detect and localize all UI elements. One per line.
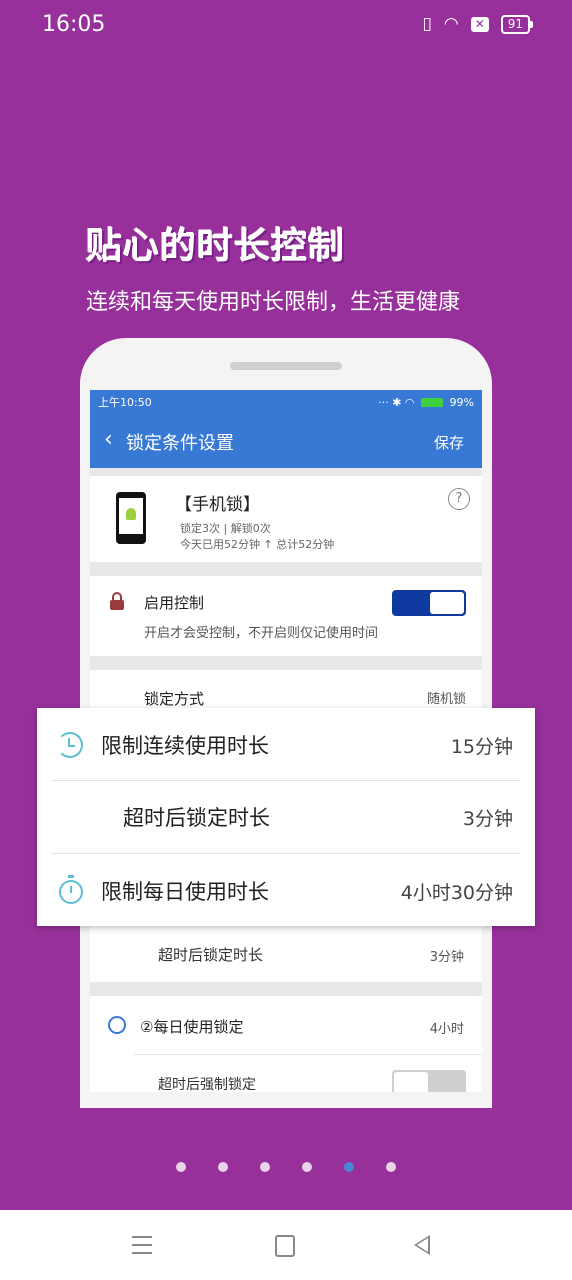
lock-stats: 锁定3次 | 解锁0次 [180,522,271,535]
android-icon [126,508,136,520]
save-button[interactable]: 保存 [434,432,464,453]
page-dot[interactable] [176,1162,186,1172]
battery-icon: 91 [500,14,534,34]
inner-status-bar: 上午10:50 ··· ✱ ◠ 99% [90,390,482,414]
force-lock-toggle[interactable] [392,1070,466,1092]
page-indicator [0,1162,572,1178]
page-dot[interactable] [260,1162,270,1172]
daily-limit-value: 4小时30分钟 [400,882,513,904]
sim-off-icon: ✕ [470,16,489,32]
lock-card[interactable]: 【手机锁】 锁定3次 | 解锁0次 今天已用52分钟 ↑ 总计52分钟 ? [90,476,482,562]
enable-toggle[interactable] [392,590,466,616]
continuous-limit-value: 15分钟 [450,736,513,758]
vibrate-icon: ▯ [422,14,432,34]
phone-speaker [230,362,342,370]
daily-limit-label: 限制每日使用时长 [101,880,269,904]
continuous-limit-label: 限制连续使用时长 [101,734,269,758]
mode-title: 锁定方式 [144,690,205,708]
phone-icon-screen [119,498,143,534]
subheadline: 连续和每天使用时长限制，生活更健康 [86,290,461,315]
appbar-title: 锁定条件设置 [126,433,234,454]
continuous-limit-row[interactable]: 限制连续使用时长 15分钟 [37,708,535,780]
toggle-knob [430,592,464,614]
inner-signal-icon: ··· ✱ ◠ [378,395,415,409]
phone-icon [116,492,146,544]
back-chevron-icon[interactable]: ‹ [104,427,113,452]
history-icon [57,732,83,758]
inner-status-time: 上午10:50 [98,396,152,409]
status-icons: ▯ ◠ ✕ 91 [422,14,534,34]
home-icon[interactable] [275,1235,295,1257]
system-nav-bar [0,1210,572,1280]
wifi-icon: ◠ [443,14,459,34]
daily-lock-card[interactable]: ②每日使用锁定 4小时 超时后强制锁定 [90,996,482,1092]
timeout-lock-value: 3分钟 [429,950,464,965]
stopwatch-icon [59,875,83,904]
help-icon[interactable]: ? [448,488,470,510]
enable-title: 启用控制 [144,594,205,612]
padlock-icon [110,592,124,610]
timeout-lock-row[interactable]: 超时后锁定时长 3分钟 [90,926,482,982]
enable-control-card: 启用控制 开启才会受控制，不开启则仅记使用时间 [90,576,482,656]
status-bar: 16:05 ▯ ◠ ✕ 91 [0,0,572,52]
lock-title: 【手机锁】 [175,495,260,515]
inner-battery-icon [421,398,444,407]
page-dot[interactable] [386,1162,396,1172]
inner-battery-level: 99% [449,395,474,409]
timer-icon [108,1016,126,1034]
timeout-lock-duration-value: 3分钟 [462,808,513,830]
page-dot-active[interactable] [344,1162,354,1172]
divider [134,1054,482,1055]
mode-value: 随机锁 [426,692,466,707]
headline: 贴心的时长控制 [86,226,346,267]
lock-usage: 今天已用52分钟 ↑ 总计52分钟 [180,538,335,551]
timeout-lock-duration-label: 超时后锁定时长 [123,806,270,830]
force-lock-label: 超时后强制锁定 [158,1077,256,1092]
daily-limit-row[interactable]: 限制每日使用时长 4小时30分钟 [37,854,535,926]
status-time: 16:05 [42,12,106,37]
daily-title: ②每日使用锁定 [140,1018,244,1036]
timeout-lock-duration-row[interactable]: 超时后锁定时长 3分钟 [37,780,535,852]
back-icon[interactable] [414,1235,430,1255]
daily-value: 4小时 [429,1022,464,1037]
timeout-lock-label: 超时后锁定时长 [158,946,264,964]
inner-status-right: ··· ✱ ◠ 99% [378,396,474,409]
toggle-knob [394,1072,428,1092]
page-dot[interactable] [302,1162,312,1172]
page-dot[interactable] [218,1162,228,1172]
enable-desc: 开启才会受控制，不开启则仅记使用时间 [144,626,379,641]
overlay-card: 限制连续使用时长 15分钟 超时后锁定时长 3分钟 限制每日使用时长 4小时30… [37,708,535,926]
menu-icon[interactable] [132,1236,152,1254]
inner-app-bar: ‹ 锁定条件设置 保存 [90,414,482,468]
